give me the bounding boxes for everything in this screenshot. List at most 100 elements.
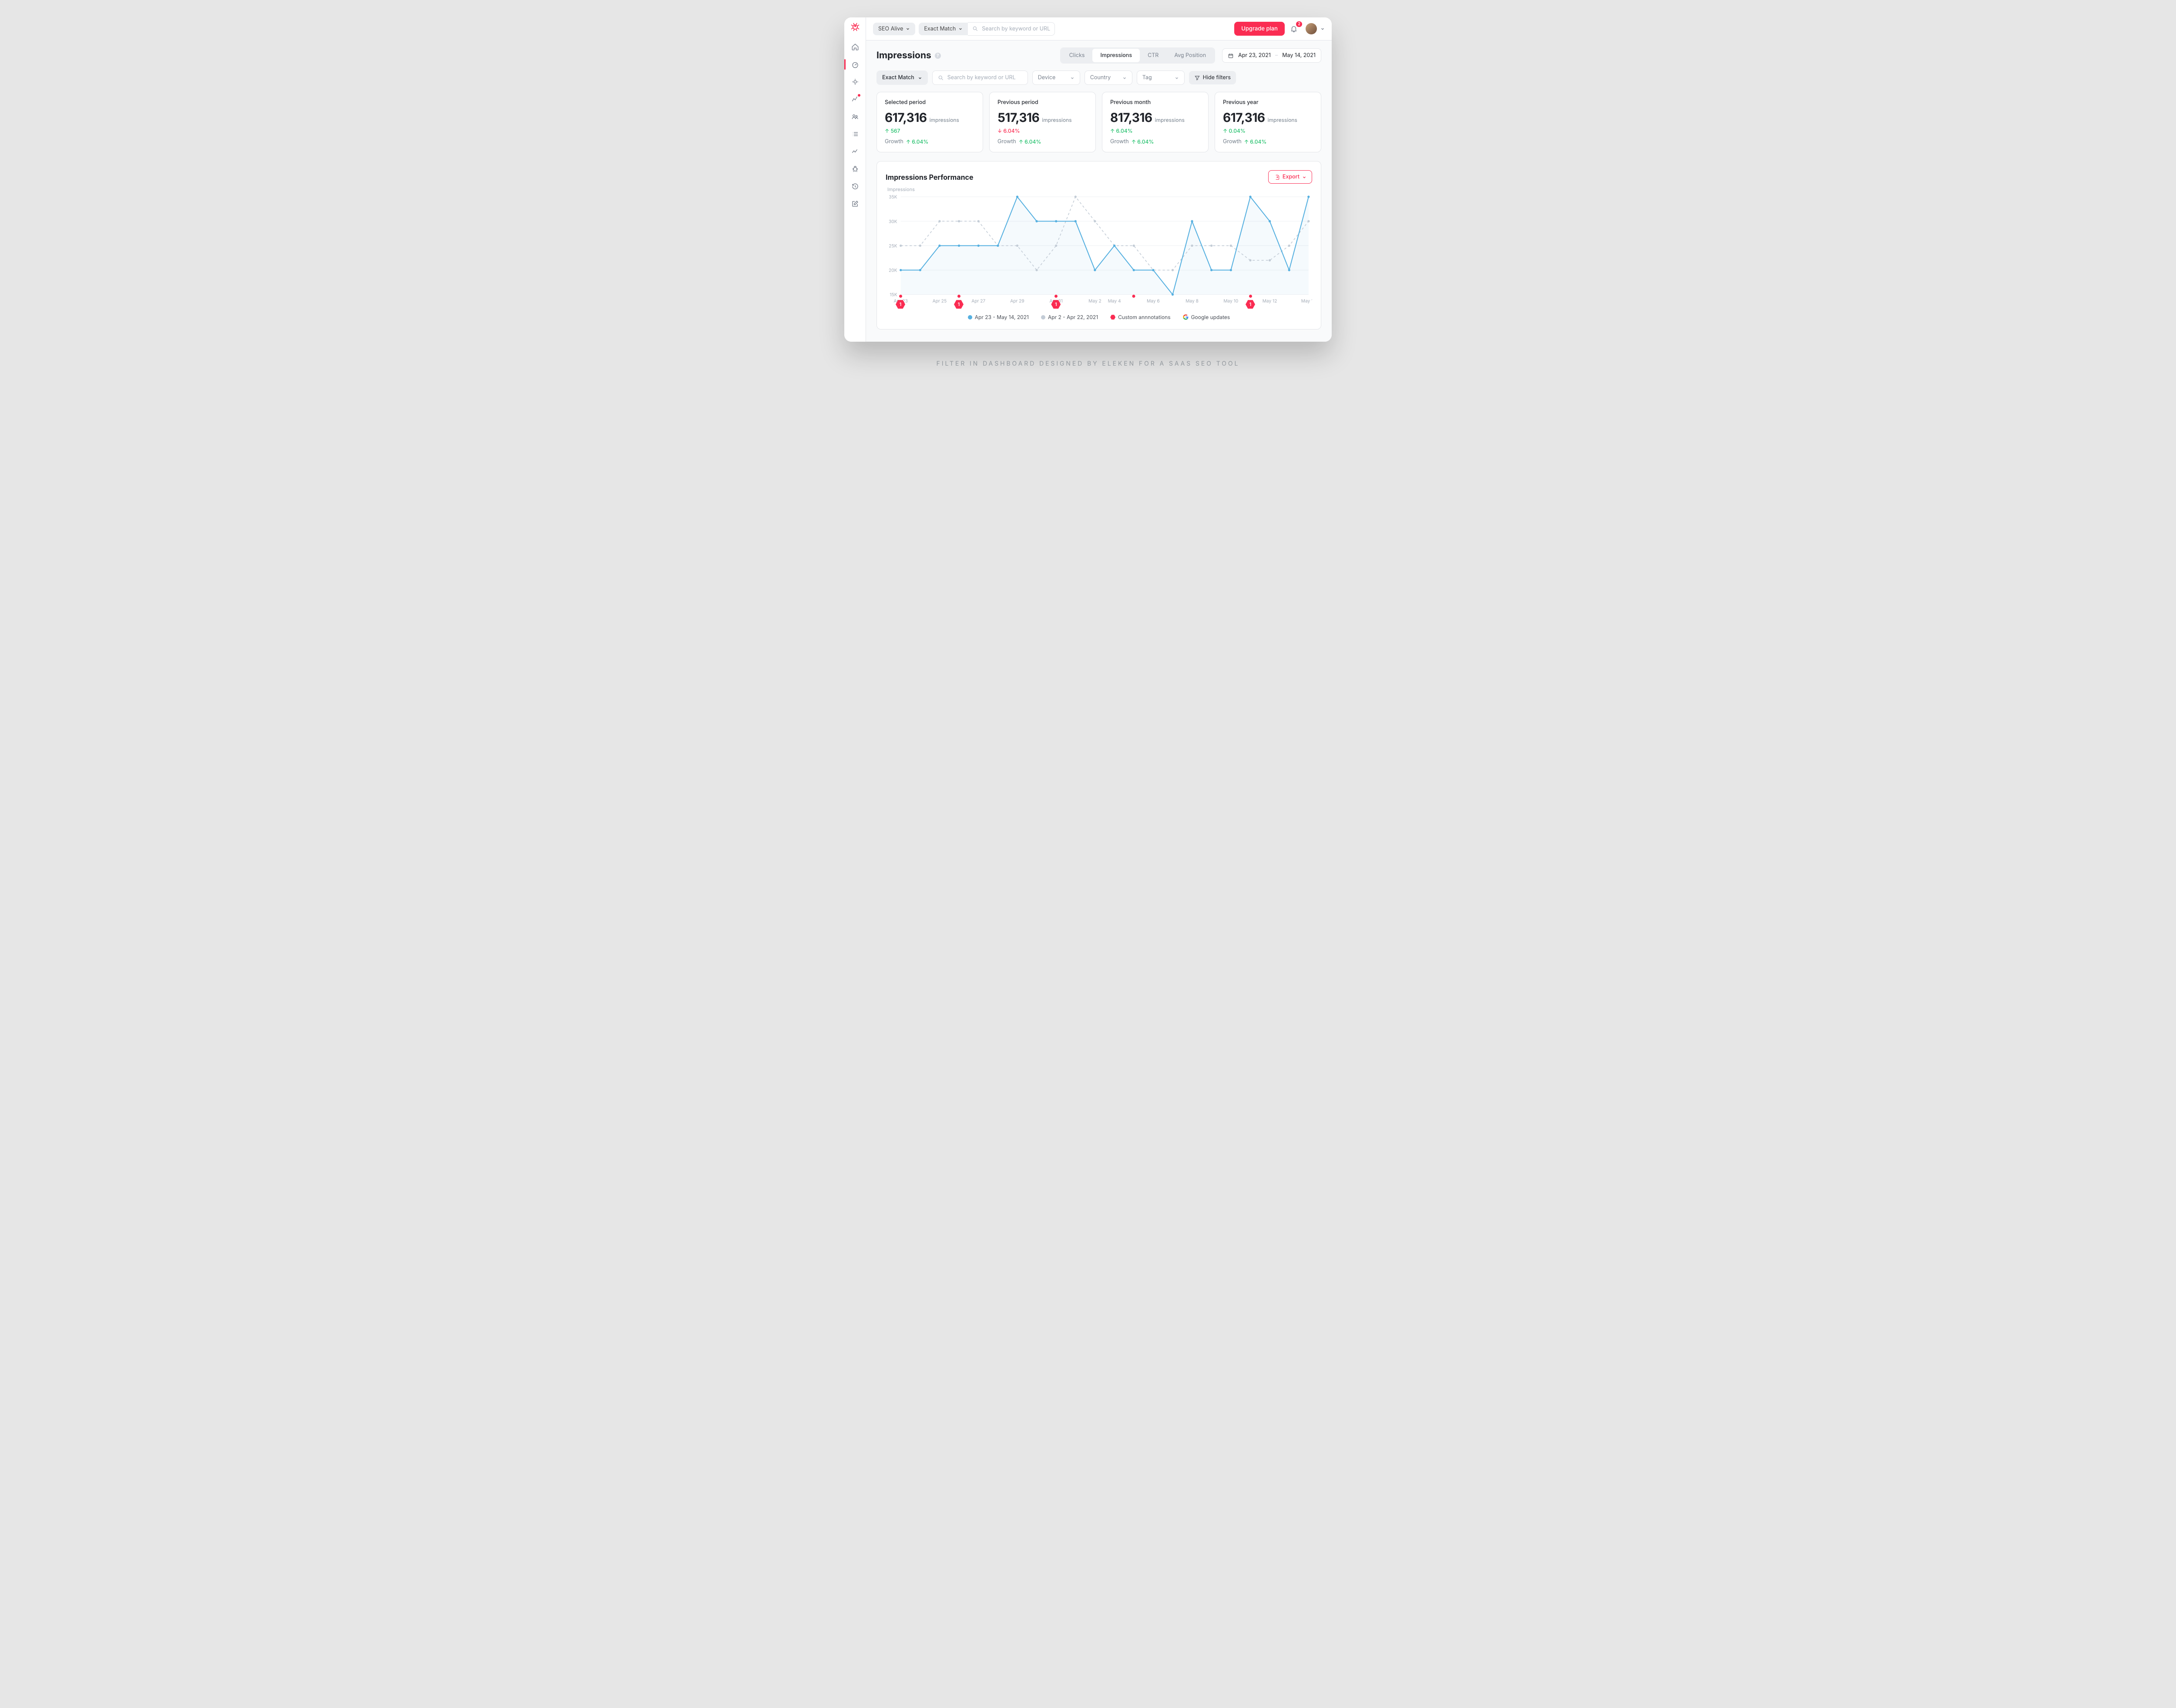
chart-annotation[interactable] [1132, 295, 1135, 298]
tab-clicks[interactable]: Clicks [1061, 49, 1093, 62]
svg-text:May 4: May 4 [1108, 299, 1121, 304]
svg-text:May 2: May 2 [1088, 299, 1101, 304]
stat-unit: impressions [1268, 117, 1297, 123]
stat-growth: Growth↑ 6.04% [885, 138, 975, 145]
upgrade-button[interactable]: Upgrade plan [1234, 22, 1285, 36]
sidebar-history[interactable] [847, 178, 863, 194]
export-icon [1274, 174, 1280, 180]
filter-country[interactable]: Country [1085, 71, 1132, 85]
metric-tabs: ClicksImpressionsCTRAvg Position [1060, 47, 1215, 64]
legend-google: Google updates [1183, 314, 1230, 320]
svg-text:Apr 29: Apr 29 [1010, 299, 1024, 304]
chevron-down-icon [1070, 76, 1075, 80]
date-to: May 14, 2021 [1282, 52, 1316, 59]
svg-text:May 8: May 8 [1185, 299, 1199, 304]
annotation-badge: 1 [954, 299, 964, 309]
notifications-button[interactable]: 2 [1288, 23, 1300, 34]
stat-unit: impressions [930, 117, 959, 123]
stat-label: Previous month [1110, 99, 1200, 106]
annotation-dot-icon [1132, 295, 1135, 298]
tab-impressions[interactable]: Impressions [1092, 49, 1140, 62]
notification-dot-icon [858, 94, 860, 97]
hide-filters-button[interactable]: Hide filters [1189, 71, 1236, 84]
date-range-picker[interactable]: Apr 23, 2021 – May 14, 2021 [1222, 48, 1321, 63]
stat-delta: ↓ 6.04% [997, 128, 1020, 134]
chart-annotation[interactable]: 1 [896, 295, 905, 309]
svg-text:25K: 25K [889, 243, 897, 249]
sidebar-list[interactable] [847, 126, 863, 142]
stat-value: 517,316 [997, 110, 1039, 125]
annotation-dot-icon [1249, 295, 1252, 298]
chart-annotation[interactable]: 1 [1246, 295, 1255, 309]
brand-logo [850, 22, 860, 32]
stat-value: 817,316 [1110, 110, 1152, 125]
stat-growth: Growth↑ 6.04% [997, 138, 1088, 145]
app-window: SEO Alive Exact Match Search by keyword … [844, 17, 1332, 342]
legend-custom: Custom annnotations [1110, 314, 1170, 320]
stat-unit: impressions [1042, 117, 1071, 123]
sidebar-users[interactable] [847, 109, 863, 124]
stat-value: 617,316 [885, 110, 927, 125]
chevron-down-icon [1175, 76, 1179, 80]
filter-match[interactable]: Exact Match [876, 71, 928, 85]
chevron-down-icon[interactable] [1320, 27, 1325, 31]
annotation-badge: 1 [1051, 299, 1061, 309]
search-icon [938, 75, 944, 81]
stat-growth: Growth↑ 6.04% [1110, 138, 1200, 145]
export-button[interactable]: Export [1268, 170, 1312, 184]
filter-tag[interactable]: Tag [1137, 71, 1185, 85]
stats-row: Selected period617,316 impressions ↑ 567… [876, 92, 1321, 152]
legend-current: Apr 23 - May 14, 2021 [968, 314, 1029, 320]
stat-unit: impressions [1155, 117, 1185, 123]
page-title: Impressions? [876, 50, 941, 61]
content: Impressions? ClicksImpressionsCTRAvg Pos… [866, 40, 1332, 342]
chart-panel: Impressions Performance Export Impressio… [876, 161, 1321, 329]
svg-text:35K: 35K [889, 195, 897, 200]
stat-delta: ↑ 6.04% [1110, 128, 1133, 134]
filter-device[interactable]: Device [1032, 71, 1080, 85]
tab-avg-position[interactable]: Avg Position [1166, 49, 1214, 62]
topbar: SEO Alive Exact Match Search by keyword … [866, 17, 1332, 40]
sidebar-analytics[interactable] [847, 91, 863, 107]
legend-previous: Apr 2 - Apr 22, 2021 [1041, 314, 1098, 320]
annotation-dot-icon [1054, 295, 1058, 298]
search-placeholder: Search by keyword or URL [982, 26, 1050, 32]
calendar-icon [1228, 53, 1234, 59]
svg-text:May 10: May 10 [1223, 299, 1238, 304]
chart-area: 15K20K25K30K35KApr 23Apr 25Apr 27Apr 29A… [886, 195, 1312, 306]
stat-label: Selected period [885, 99, 975, 106]
chevron-down-icon [958, 27, 963, 31]
chart-annotation[interactable]: 1 [1051, 295, 1061, 309]
topbar-search[interactable]: Search by keyword or URL [968, 22, 1055, 36]
project-selector[interactable]: SEO Alive [873, 23, 915, 35]
filter-icon [1194, 75, 1200, 81]
stat-card: Selected period617,316 impressions ↑ 567… [876, 92, 983, 152]
stat-label: Previous year [1223, 99, 1313, 106]
match-label: Exact Match [924, 26, 956, 32]
sidebar-target[interactable] [847, 74, 863, 90]
chevron-down-icon [1302, 175, 1306, 179]
sidebar-home[interactable] [847, 39, 863, 55]
annotation-badge: 1 [1246, 299, 1255, 309]
chart-annotation[interactable]: 1 [954, 295, 964, 309]
main: SEO Alive Exact Match Search by keyword … [866, 17, 1332, 342]
chevron-down-icon [1122, 76, 1127, 80]
sidebar-bug[interactable] [847, 161, 863, 177]
impressions-chart: 15K20K25K30K35KApr 23Apr 25Apr 27Apr 29A… [886, 195, 1312, 306]
sidebar-dashboard[interactable] [847, 57, 863, 72]
page-header: Impressions? ClicksImpressionsCTRAvg Pos… [876, 47, 1321, 64]
match-selector[interactable]: Exact Match [919, 23, 968, 35]
tab-ctr[interactable]: CTR [1140, 49, 1166, 62]
sidebar-trend[interactable] [847, 144, 863, 159]
filter-search[interactable]: Search by keyword or URL [932, 71, 1028, 85]
chart-title: Impressions Performance [886, 173, 973, 182]
search-icon [972, 26, 978, 32]
svg-text:May 14: May 14 [1301, 299, 1312, 304]
sidebar-edit[interactable] [847, 196, 863, 212]
info-icon[interactable]: ? [935, 53, 941, 59]
chevron-down-icon [918, 76, 922, 80]
project-label: SEO Alive [878, 26, 903, 32]
notification-count: 2 [1296, 21, 1302, 27]
avatar[interactable] [1306, 23, 1317, 34]
filter-bar: Exact Match Search by keyword or URL Dev… [876, 71, 1321, 85]
